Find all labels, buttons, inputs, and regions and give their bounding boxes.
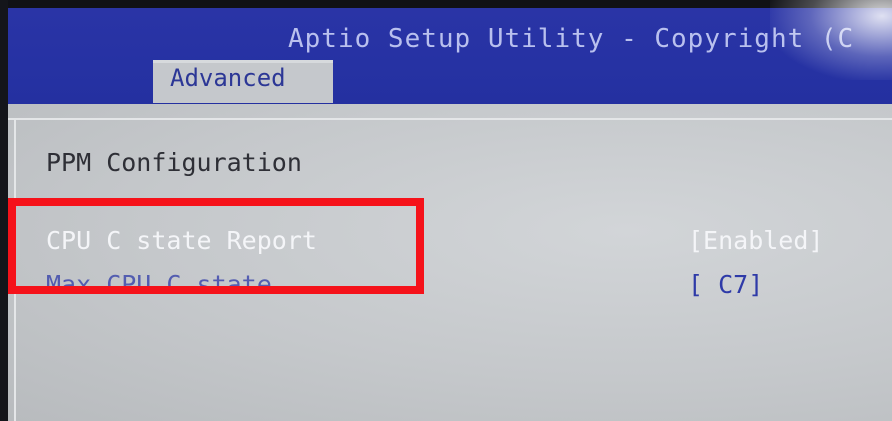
monitor-bezel-top [0,0,892,8]
setting-max-cpu-c-state-value[interactable]: [ C7] [688,270,763,299]
utility-title: Aptio Setup Utility - Copyright (C [288,24,855,54]
setting-cpu-c-state-report-value[interactable]: [Enabled] [688,226,823,255]
section-title: PPM Configuration [46,148,302,177]
tab-advanced-label: Advanced [170,64,286,92]
bios-screen: Aptio Setup Utility - Copyright (C Advan… [0,0,892,421]
red-highlight-box [8,198,424,294]
monitor-bezel-left [0,0,8,421]
panel-border-top [8,118,892,120]
title-bar [8,8,892,104]
